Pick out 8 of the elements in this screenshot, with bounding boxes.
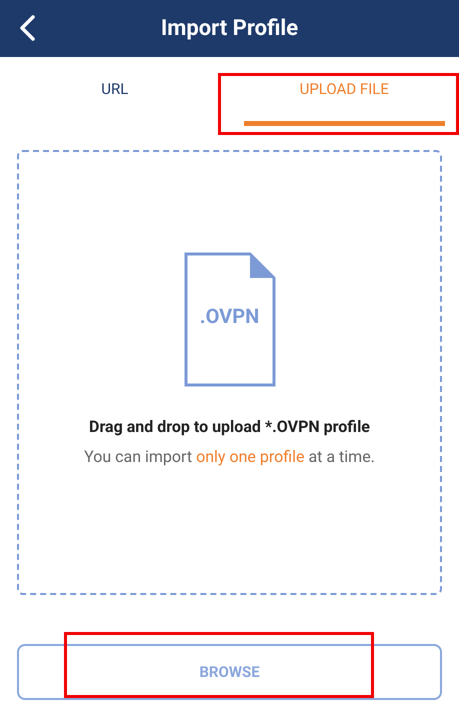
window-title: Import Profile <box>160 15 298 43</box>
drop-zone[interactable]: .OVPN Drag and drop to upload *.OVPN profile You can import only one profile at a time. <box>17 150 442 595</box>
drop-title: Drag and drop to upload *.OVPN profile <box>89 416 370 438</box>
file-type-label: .OVPN <box>200 303 260 330</box>
file-icon <box>184 252 276 387</box>
tab[interactable]: URL <box>14 60 216 126</box>
back-icon <box>18 15 36 41</box>
drop-subtitle: You can import only one profile at a time. <box>84 446 375 468</box>
